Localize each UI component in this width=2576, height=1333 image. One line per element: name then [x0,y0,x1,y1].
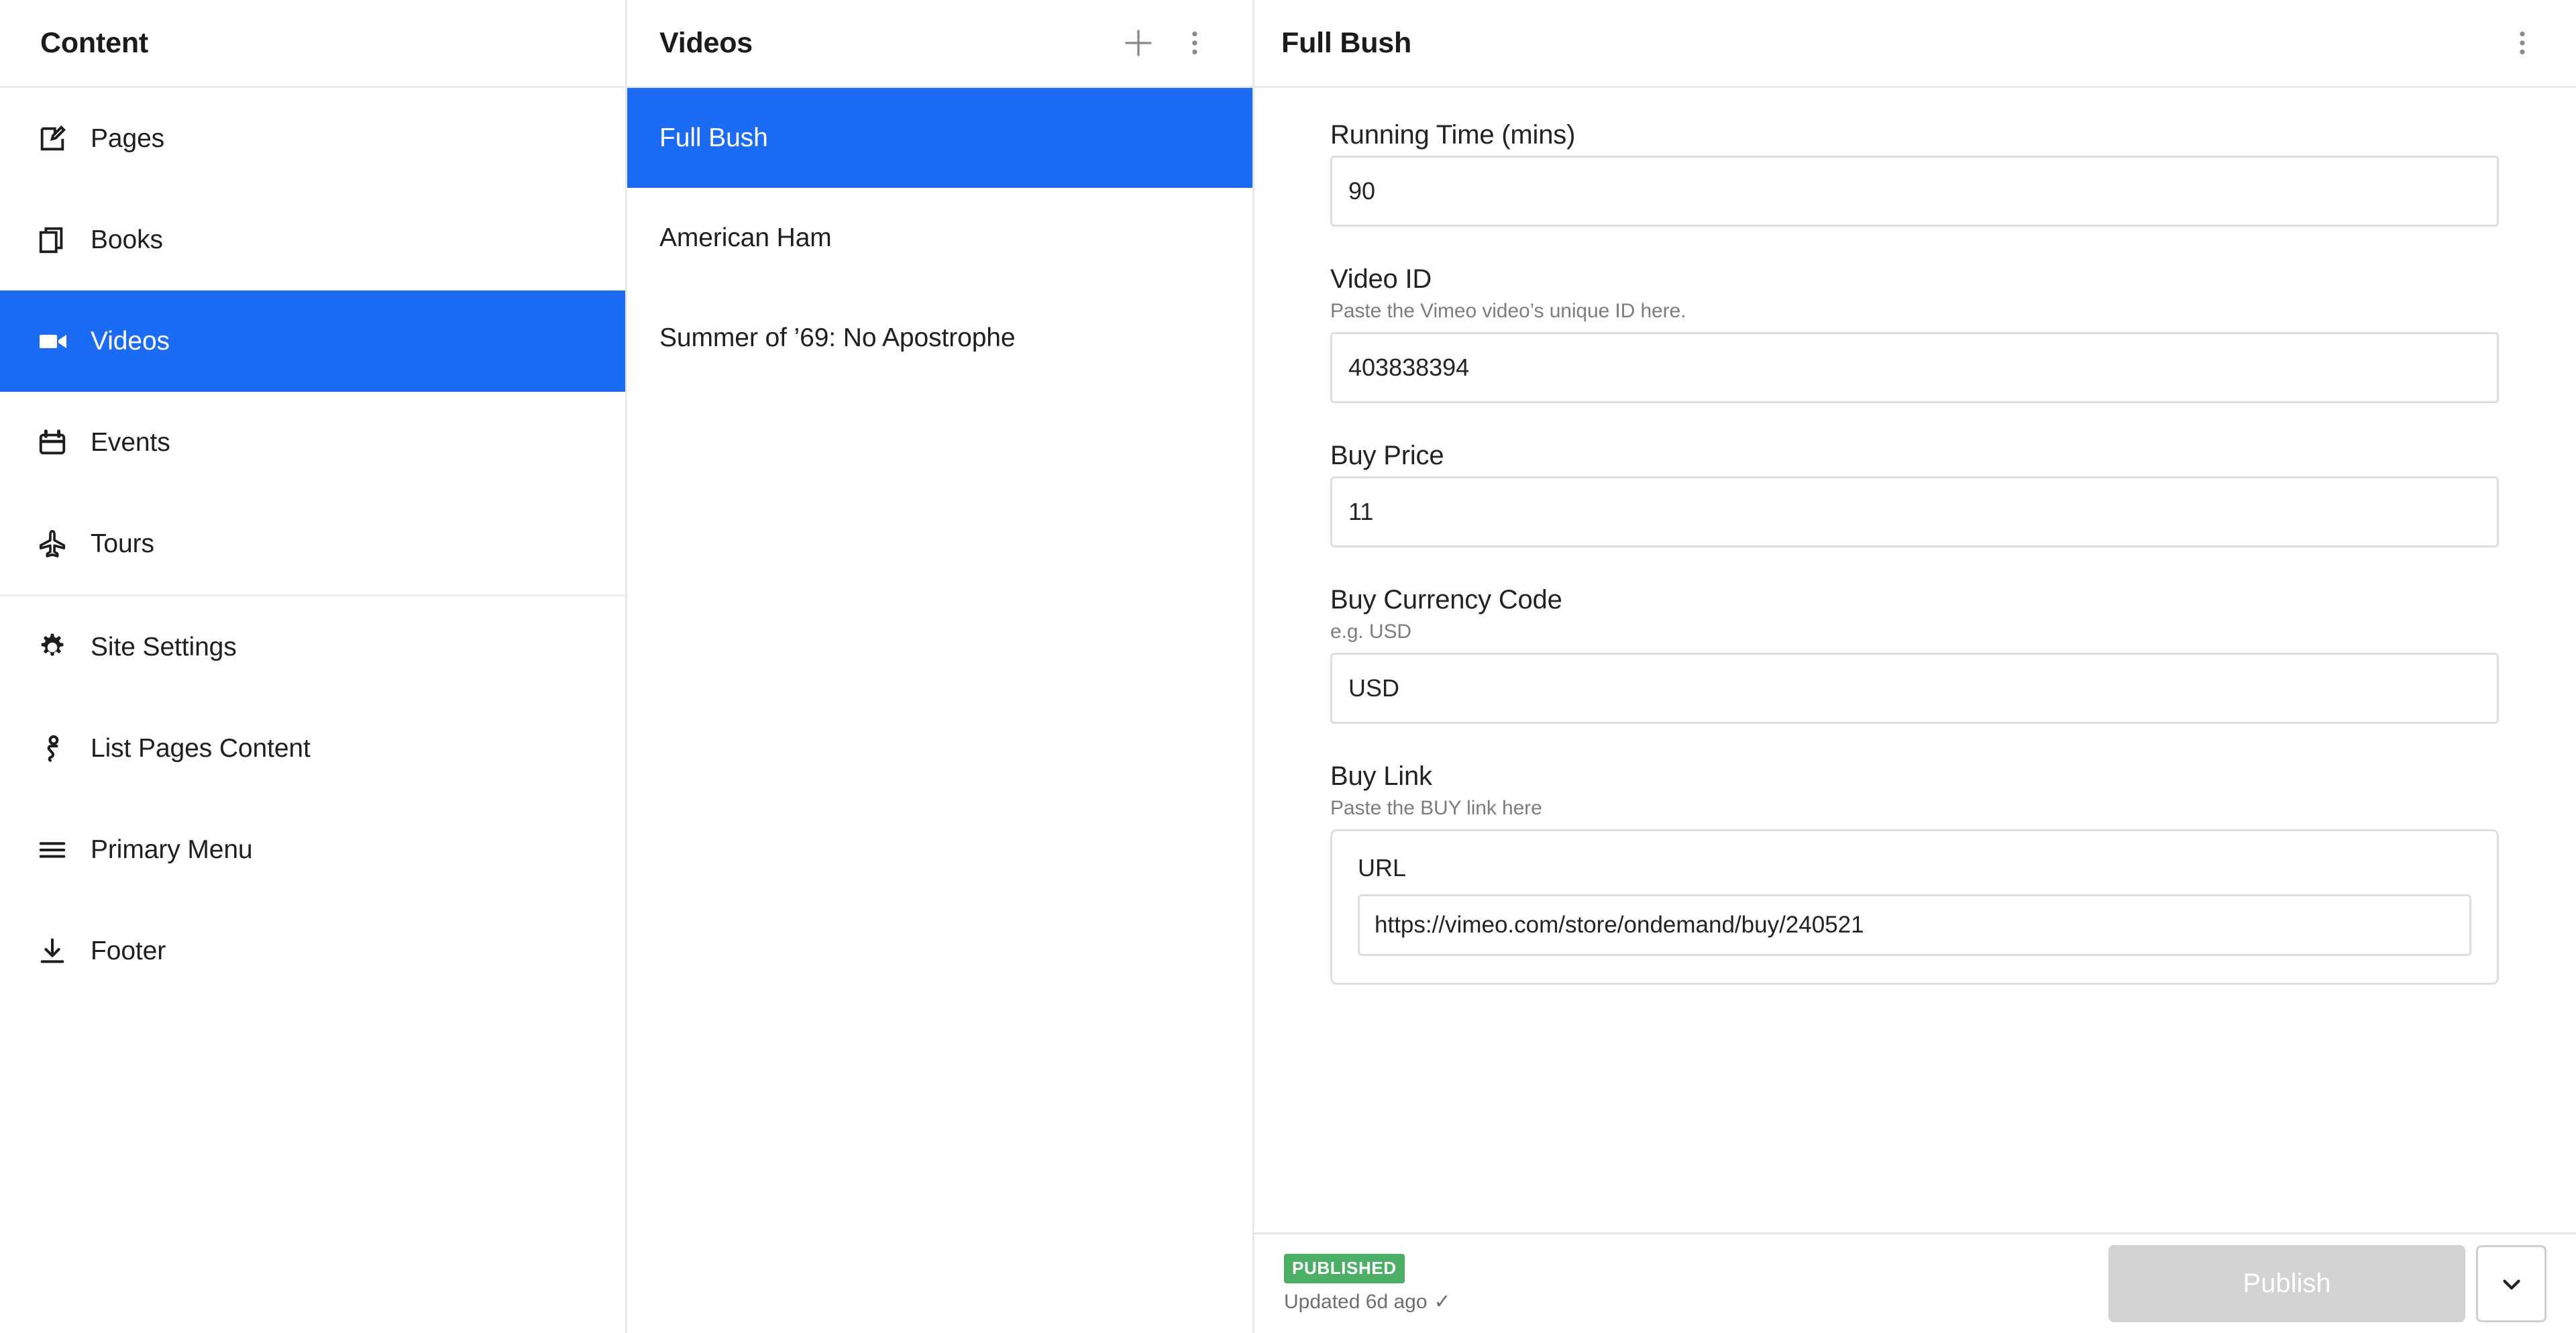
detail-title: Full Bush [1281,26,1412,59]
sidebar-item-footer[interactable]: Footer [0,900,625,1002]
updated-status: Updated 6d ago ✓ [1284,1290,2108,1314]
field-buy-currency-code: Buy Currency Code e.g. USD USD [1330,585,2499,724]
sidebar-item-pages[interactable]: Pages [0,88,625,189]
sidebar-header: Content [0,0,625,88]
updated-text: Updated 6d ago [1284,1290,1428,1313]
list-item-label: Summer of ’69: No Apostrophe [659,323,1016,352]
field-label: Buy Link [1330,761,1432,791]
sidebar-item-label: Videos [91,326,170,356]
buy-link-url-input[interactable]: https://vimeo.com/store/ondemand/buy/240… [1358,894,2471,956]
list-item-full-bush[interactable]: Full Bush [627,88,1252,188]
chevron-down-icon[interactable] [2476,1245,2546,1322]
status-block: PUBLISHED Updated 6d ago ✓ [1281,1254,2108,1314]
app-root: Content Pages Books Videos Events Tours … [0,0,2576,1333]
field-help-text: e.g. USD [1330,621,1411,643]
sidebar-item-label: Footer [91,936,166,965]
hamburger-menu-icon [37,835,78,865]
plus-icon[interactable] [1110,15,1167,71]
sidebar-item-label: Pages [91,123,165,153]
gear-icon [37,632,78,663]
list-item-american-ham[interactable]: American Ham [627,188,1252,288]
status-badge: PUBLISHED [1284,1254,1405,1283]
check-icon: ✓ [1434,1291,1451,1313]
list-item-label: American Ham [659,223,832,252]
sidebar-item-books[interactable]: Books [0,189,625,290]
buy-link-group: URL https://vimeo.com/store/ondemand/buy… [1330,829,2499,985]
sidebar-item-primary-menu[interactable]: Primary Menu [0,799,625,900]
detail-header: Full Bush [1254,0,2576,88]
list-item-summer-of-69[interactable]: Summer of ’69: No Apostrophe [627,288,1252,388]
info-person-icon [37,733,78,764]
kebab-menu-icon[interactable] [1167,15,1223,71]
field-label: Video ID [1330,264,1432,294]
buy-price-input[interactable]: 11 [1330,476,2499,547]
field-label: Buy Currency Code [1330,585,1562,615]
sidebar-item-videos[interactable]: Videos [0,290,625,392]
sidebar-item-list-pages-content[interactable]: List Pages Content [0,698,625,799]
kebab-menu-icon[interactable] [2494,15,2551,71]
videos-list-title: Videos [659,26,753,59]
sidebar-group-settings: Site Settings List Pages Content Primary… [0,596,625,1002]
field-label: Buy Price [1330,441,1444,470]
download-arrow-icon [37,936,78,967]
video-id-input[interactable]: 403838394 [1330,332,2499,403]
field-help-text: Paste the Vimeo video’s unique ID here. [1330,300,1686,322]
airplane-icon [37,529,78,559]
buy-currency-code-input[interactable]: USD [1330,653,2499,724]
field-buy-price: Buy Price 11 [1330,441,2499,547]
sidebar-item-events[interactable]: Events [0,392,625,493]
field-running-time: Running Time (mins) 90 [1330,120,2499,227]
edit-square-icon [37,123,78,154]
publish-bar: PUBLISHED Updated 6d ago ✓ Publish [1254,1232,2576,1333]
calendar-icon [37,427,78,458]
sidebar-item-label: Books [91,225,163,254]
field-help-text: Paste the BUY link here [1330,797,1542,819]
detail-panel: Full Bush Running Time (mins) 90 Video I… [1254,0,2576,1333]
books-stack-icon [37,225,78,256]
sidebar: Content Pages Books Videos Events Tours … [0,0,627,1333]
detail-form: Running Time (mins) 90 Video ID Paste th… [1254,88,2576,1333]
sidebar-item-tours[interactable]: Tours [0,493,625,594]
sidebar-item-label: Primary Menu [91,835,253,864]
url-label: URL [1358,854,1407,882]
videos-list-column: Videos Full Bush American Ham Summer of … [627,0,1254,1333]
sidebar-item-label: Tours [91,529,154,558]
video-camera-icon [37,325,78,358]
videos-list-header: Videos [627,0,1252,88]
sidebar-item-label: Events [91,427,170,457]
field-video-id: Video ID Paste the Vimeo video’s unique … [1330,264,2499,403]
sidebar-item-label: Site Settings [91,632,237,661]
page-title: Content [40,26,149,59]
running-time-input[interactable]: 90 [1330,156,2499,227]
sidebar-item-site-settings[interactable]: Site Settings [0,596,625,698]
list-item-label: Full Bush [659,123,768,152]
sidebar-item-label: List Pages Content [91,733,311,763]
sidebar-group-content: Pages Books Videos Events Tours [0,88,625,596]
field-buy-link: Buy Link Paste the BUY link here URL htt… [1330,761,2499,985]
publish-button[interactable]: Publish [2108,1245,2465,1322]
videos-list: Full Bush American Ham Summer of ’69: No… [627,88,1252,388]
field-label: Running Time (mins) [1330,120,1576,150]
